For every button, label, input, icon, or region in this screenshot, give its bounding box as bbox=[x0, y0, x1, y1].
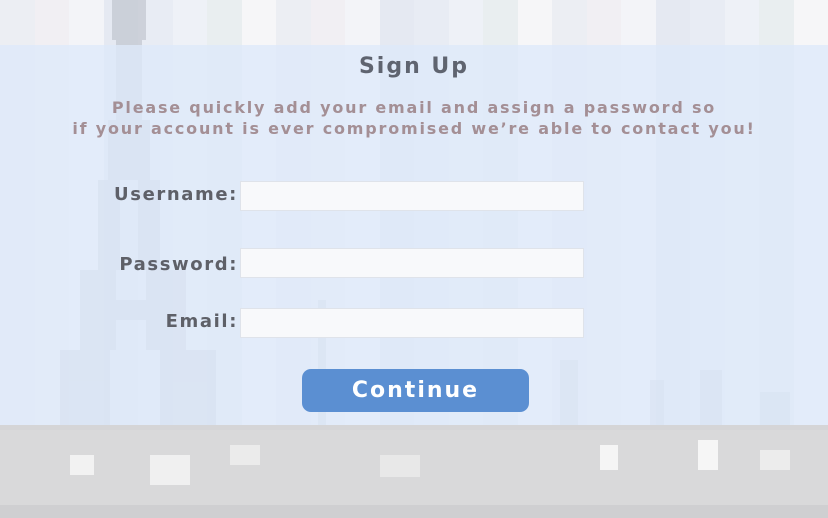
password-label: Password: bbox=[119, 254, 238, 275]
page-title: Sign Up bbox=[358, 54, 470, 79]
email-label: Email: bbox=[165, 311, 238, 332]
signup-instructions: Please quickly add your email and assign… bbox=[72, 98, 756, 138]
username-input[interactable] bbox=[240, 181, 584, 211]
password-input[interactable] bbox=[240, 248, 584, 278]
signup-screen: Sign Up Please quickly add your email an… bbox=[0, 0, 828, 518]
continue-button[interactable]: Continue bbox=[302, 369, 529, 412]
username-label: Username: bbox=[114, 184, 238, 205]
email-input[interactable] bbox=[240, 308, 584, 338]
